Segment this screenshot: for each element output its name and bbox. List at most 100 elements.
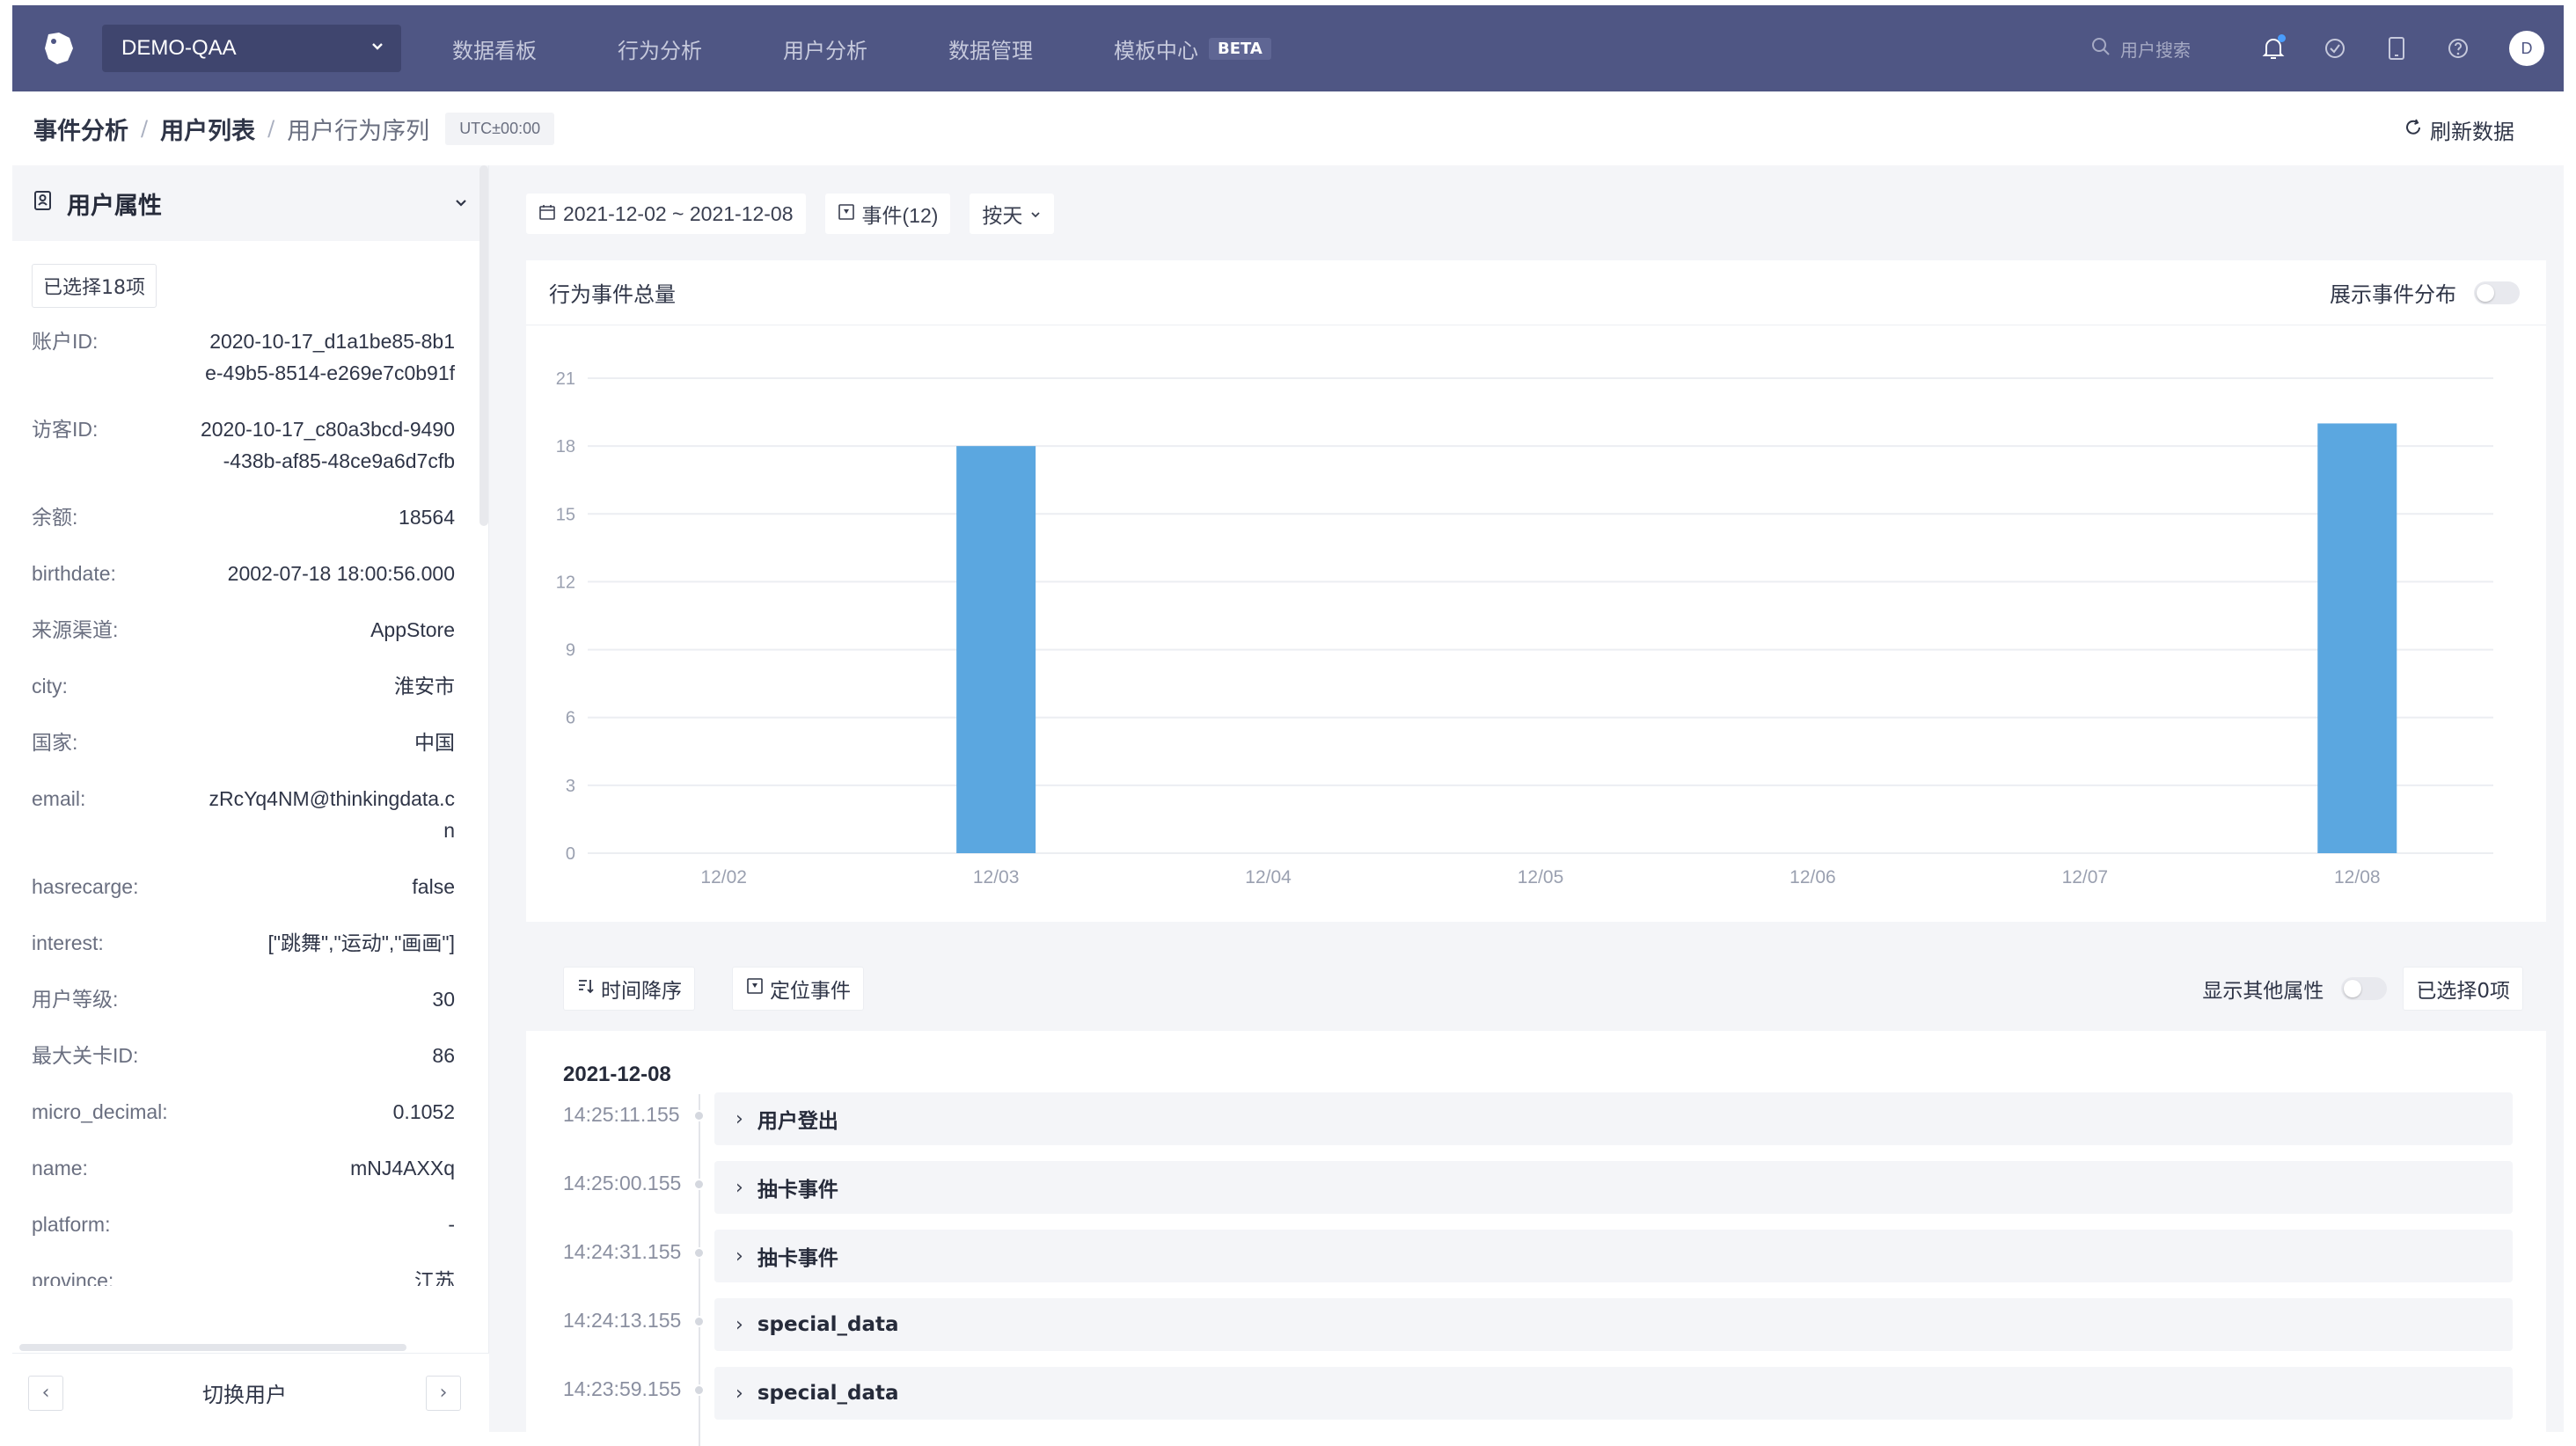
other-props-label: 显示其他属性 [2202,980,2324,1003]
x-tick-label: 12/06 [1789,867,1836,887]
property-row: name: mNJ4AXXq [12,1152,488,1184]
previous-user-button[interactable]: ‹ [28,1375,63,1411]
timeline-dot [693,1110,705,1121]
y-tick-label: 9 [566,641,575,661]
show-distribution-toggle[interactable] [2474,281,2520,304]
search-icon [2090,36,2111,62]
date-range-picker[interactable]: 2021-12-02 ~ 2021-12-08 [526,194,806,234]
chevron-right-icon: › [735,1382,743,1405]
event-time: 14:25:11.155 [563,1103,680,1126]
event-row: 14:24:13.155 › special_data [526,1298,2546,1351]
sort-time-desc-button[interactable]: 时间降序 [563,967,695,1011]
property-row: micro_decimal: 0.1052 [12,1096,488,1128]
chevron-right-icon: › [735,1107,743,1130]
bell-icon[interactable] [2259,34,2287,62]
project-selector[interactable]: DEMO-QAA [102,25,401,72]
tablet-icon[interactable] [2382,34,2411,62]
calendar-icon [538,202,556,226]
breadcrumb-user-list[interactable]: 用户列表 [160,112,255,146]
property-value: 2020-10-17_d1a1be85-8b1e-49b5-8514-e269e… [205,330,455,384]
sort-desc-icon [576,976,596,1001]
event-filter-button[interactable]: 事件(12) [824,194,951,234]
breadcrumb-separator: / [141,116,149,141]
nav-data-management[interactable]: 数据管理 [948,33,1033,64]
help-icon[interactable] [2444,34,2472,62]
property-key: email: [32,787,86,810]
notification-dot [2278,34,2286,42]
property-key: 余额: [32,506,78,529]
y-tick-label: 21 [556,369,575,389]
timeline-dot [693,1384,705,1396]
property-key: 来源渠道: [32,618,119,641]
nav-behavior-analysis[interactable]: 行为分析 [618,33,702,64]
user-properties-header[interactable]: 用户属性 [12,165,488,241]
event-row: 14:25:11.155 › 用户登出 [526,1092,2546,1145]
property-value: 30 [432,988,455,1011]
event-item[interactable]: › special_data [714,1298,2513,1351]
timeline-dot [693,1179,705,1190]
locate-icon [745,976,765,1001]
logo-icon[interactable] [35,25,83,72]
property-value: 86 [432,1044,455,1067]
breadcrumb: 事件分析 / 用户列表 / 用户行为序列 UTC±00:00 刷新数据 [12,91,2564,165]
property-row: platform: - [12,1209,488,1240]
property-key: name: [32,1157,88,1179]
nav-user-analysis[interactable]: 用户分析 [783,33,867,64]
property-row: email: zRcYq4NM@thinkingdata.cn [12,783,488,846]
check-circle-icon[interactable] [2321,34,2349,62]
panel-horizontal-scrollbar[interactable] [19,1344,406,1351]
nav-template-center[interactable]: 模板中心 BETA [1114,33,1271,64]
nav-dashboard[interactable]: 数据看板 [452,33,537,64]
property-row: city: 淮安市 [12,670,488,702]
property-row: 用户等级: 30 [12,983,488,1015]
event-item[interactable]: › 用户登出 [714,1092,2513,1145]
user-properties-panel: 用户属性 已选择18项 账户ID: 2020-10-17_d1a1be85-8b1… [12,165,489,1432]
event-name: 抽卡事件 [757,1179,838,1201]
y-tick-label: 18 [556,437,575,456]
timeline-dot [693,1247,705,1259]
event-item[interactable]: › special_data [714,1367,2513,1420]
property-key: province: [32,1269,114,1286]
timeline-dot [693,1316,705,1327]
property-row: birthdate: 2002-07-18 18:00:56.000 [12,558,488,589]
show-distribution-label: 展示事件分布 [2330,282,2456,307]
user-properties-title: 用户属性 [67,192,162,220]
property-key: 最大关卡ID: [32,1044,139,1067]
granularity-select[interactable]: 按天 [970,194,1055,234]
user-search[interactable]: 用户搜索 [2090,36,2191,62]
property-value: 江苏 [414,1269,455,1286]
timezone-badge: UTC±00:00 [445,112,555,145]
event-name: special_data [757,1382,899,1405]
property-key: platform: [32,1213,111,1236]
breadcrumb-event-analysis[interactable]: 事件分析 [33,112,128,146]
event-name: 抽卡事件 [757,1247,838,1270]
property-value: 0.1052 [392,1100,455,1123]
event-time: 14:25:00.155 [563,1172,682,1194]
y-tick-label: 12 [556,573,575,592]
event-total-chart-card: 行为事件总量 展示事件分布 0 3 6 9 12 15 18 21 12/02 12/03 12/0… [526,260,2546,922]
event-item[interactable]: › 抽卡事件 [714,1230,2513,1282]
selected-properties-tag[interactable]: 已选择18项 [32,264,157,308]
chart-card-header: 行为事件总量 展示事件分布 [526,260,2546,325]
event-item[interactable]: › 抽卡事件 [714,1161,2513,1214]
y-tick-label: 6 [566,709,575,728]
other-props-toggle[interactable] [2341,977,2388,1000]
refresh-data-button[interactable]: 刷新数据 [2404,114,2514,145]
event-filter-label: 事件(12) [861,204,939,227]
bar [2317,423,2397,853]
x-tick-label: 12/07 [2062,867,2109,887]
y-tick-label: 15 [556,505,575,524]
locate-event-button[interactable]: 定位事件 [732,967,864,1011]
selected-attributes-button[interactable]: 已选择0项 [2403,967,2523,1011]
avatar[interactable]: D [2509,31,2544,66]
contact-card-icon [32,189,55,218]
property-key: city: [32,675,68,697]
panel-scrollbar[interactable] [479,165,488,526]
property-value: ["跳舞","运动","画画"] [267,931,455,954]
chevron-right-icon: › [735,1313,743,1336]
next-user-button[interactable]: › [426,1375,461,1411]
refresh-icon [2404,118,2423,142]
property-value: 18564 [399,506,455,529]
chevron-down-icon[interactable] [453,190,469,217]
event-filter-icon [838,202,855,226]
